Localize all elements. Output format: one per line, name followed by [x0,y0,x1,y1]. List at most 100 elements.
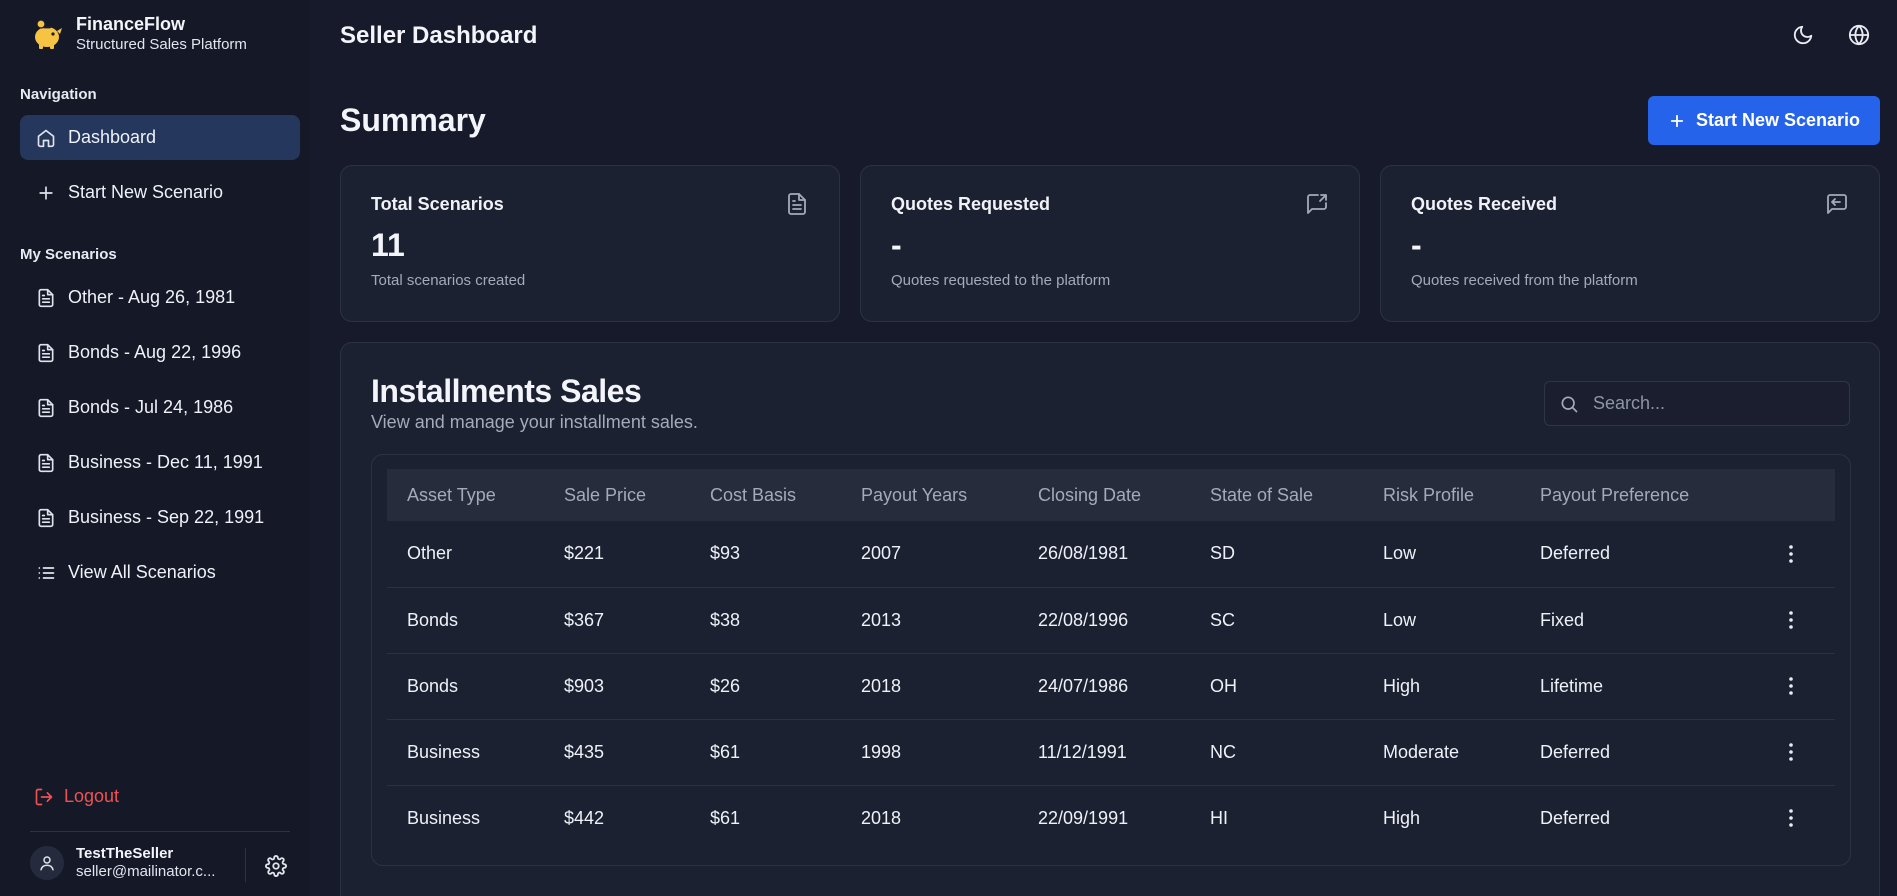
installments-table: Asset Type Sale Price Cost Basis Payout … [387,469,1835,851]
table-row[interactable]: Bonds $903 $26 2018 24/07/1986 OH High L… [387,653,1835,719]
stat-card-quotes-received: Quotes Received - Quotes received from t… [1380,165,1880,322]
file-text-icon [38,508,54,527]
scenarios-section-title: My Scenarios [20,246,117,263]
column-header[interactable]: Payout Years [841,469,1018,521]
more-vertical-icon[interactable] [1779,674,1803,698]
card-title: Total Scenarios [371,194,504,214]
column-header[interactable]: Asset Type [387,469,544,521]
plus-icon [39,185,53,200]
column-header[interactable]: State of Sale [1190,469,1363,521]
column-header[interactable]: Cost Basis [690,469,841,521]
sidebar-item-dashboard[interactable]: Dashboard [20,115,300,160]
cell-sale-price: $435 [564,741,605,762]
file-text-icon [38,343,54,362]
sidebar-item-label: Business - Sep 22, 1991 [68,507,265,527]
file-text-icon [38,398,54,417]
cell-state-of-sale: HI [1210,807,1228,828]
user-email: seller@mailinator.c... [76,863,216,880]
cell-cost-basis: $93 [710,543,741,564]
piggy-bank-logo-icon [35,19,62,49]
cell-actions [1739,521,1835,587]
cell-payout-preference: Deferred [1540,807,1611,828]
sidebar-item-scenario[interactable]: Bonds - Jul 24, 1986 [20,385,300,430]
column-header[interactable]: Closing Date [1018,469,1190,521]
cell-sale-price: $903 [564,675,605,696]
card-description: Quotes received from the platform [1411,272,1638,289]
sidebar-item-label: Other - Aug 26, 1981 [68,287,236,307]
cell-closing-date: 22/08/1996 [1038,609,1129,630]
cell-payout-years: 1998 [861,741,902,762]
cell-asset-type: Other [407,543,453,564]
more-vertical-icon[interactable] [1779,806,1803,830]
sidebar-item-scenario[interactable]: Bonds - Aug 22, 1996 [20,330,300,375]
plus-icon [1670,114,1684,127]
more-vertical-icon[interactable] [1779,608,1803,632]
cell-cost-basis: $61 [710,807,741,828]
table-row[interactable]: Bonds $367 $38 2013 22/08/1996 SC Low Fi… [387,587,1835,653]
cell-closing-date: 26/08/1981 [1038,543,1129,564]
cell-asset-type: Business [407,807,481,828]
table-row[interactable]: Business $442 $61 2018 22/09/1991 HI Hig… [387,785,1835,851]
cell-sale-price: $221 [564,543,605,564]
cell-closing-date: 24/07/1986 [1038,675,1129,696]
sidebar-item-scenario[interactable]: Business - Sep 22, 1991 [20,495,300,540]
stat-card-total-scenarios: Total Scenarios 11 Total scenarios creat… [340,165,840,322]
column-header[interactable]: Sale Price [544,469,690,521]
table-row[interactable]: Other $221 $93 2007 26/08/1981 SD Low De… [387,521,1835,587]
cell-asset-type: Bonds [407,675,459,696]
cell-cost-basis: $38 [710,609,741,630]
cell-asset-type: Bonds [407,609,459,630]
column-header[interactable]: Risk Profile [1363,469,1520,521]
table-row[interactable]: Business $435 $61 1998 11/12/1991 NC Mod… [387,719,1835,785]
cell-closing-date: 22/09/1991 [1038,807,1129,828]
cell-payout-preference: Fixed [1540,609,1585,630]
sidebar-item-label: Bonds - Aug 22, 1996 [68,342,242,362]
search-box[interactable] [1544,381,1850,426]
gear-icon[interactable] [265,855,287,877]
start-new-scenario-button[interactable]: Start New Scenario [1648,96,1880,145]
sidebar-item-label: View All Scenarios [68,562,216,582]
installments-table-container: Asset Type Sale Price Cost Basis Payout … [371,454,1851,866]
column-header[interactable]: Payout Preference [1520,469,1739,521]
list-icon [38,566,55,579]
sidebar-item-view-all-scenarios[interactable]: View All Scenarios [20,550,300,595]
card-value: - [891,227,902,263]
brand[interactable]: FinanceFlow Structured Sales Platform [30,13,247,55]
logout-button[interactable]: Logout [34,786,119,807]
cell-risk-profile: High [1383,675,1421,696]
summary-title: Summary [340,102,486,138]
moon-icon[interactable] [1792,24,1814,46]
cell-sale-price: $442 [564,807,605,828]
more-vertical-icon[interactable] [1779,740,1803,764]
cell-state-of-sale: SD [1210,543,1236,564]
cell-closing-date: 11/12/1991 [1038,741,1127,762]
search-input[interactable] [1593,393,1833,414]
cell-risk-profile: Moderate [1383,741,1460,762]
user-name: TestTheSeller [76,845,174,862]
sidebar-item-label: Business - Dec 11, 1991 [68,452,263,472]
installments-panel: Installments Sales View and manage your … [340,342,1880,896]
avatar [30,846,64,880]
user-icon [40,856,54,871]
card-description: Total scenarios created [371,272,526,289]
cell-actions [1739,785,1835,851]
cell-payout-preference: Deferred [1540,543,1611,564]
cell-state-of-sale: NC [1210,741,1236,762]
message-reply-icon [1827,194,1847,214]
more-vertical-icon[interactable] [1779,542,1803,566]
brand-name: FinanceFlow [76,14,186,34]
sidebar-item-scenario[interactable]: Business - Dec 11, 1991 [20,440,300,485]
cell-state-of-sale: OH [1210,675,1237,696]
user-profile[interactable]: TestTheSeller seller@mailinator.c... [30,845,215,881]
cell-payout-preference: Lifetime [1540,675,1604,696]
cell-payout-years: 2013 [861,609,902,630]
sidebar-item-label: Bonds - Jul 24, 1986 [68,397,234,417]
file-text-icon [788,193,806,215]
stat-card-quotes-requested: Quotes Requested - Quotes requested to t… [860,165,1360,322]
sidebar-item-scenario[interactable]: Other - Aug 26, 1981 [20,275,300,320]
globe-icon[interactable] [1848,24,1870,46]
logout-icon [35,788,53,805]
nav-section-title: Navigation [20,86,97,103]
sidebar-item-start-new-scenario[interactable]: Start New Scenario [20,170,300,215]
installments-title: Installments Sales [371,373,642,409]
